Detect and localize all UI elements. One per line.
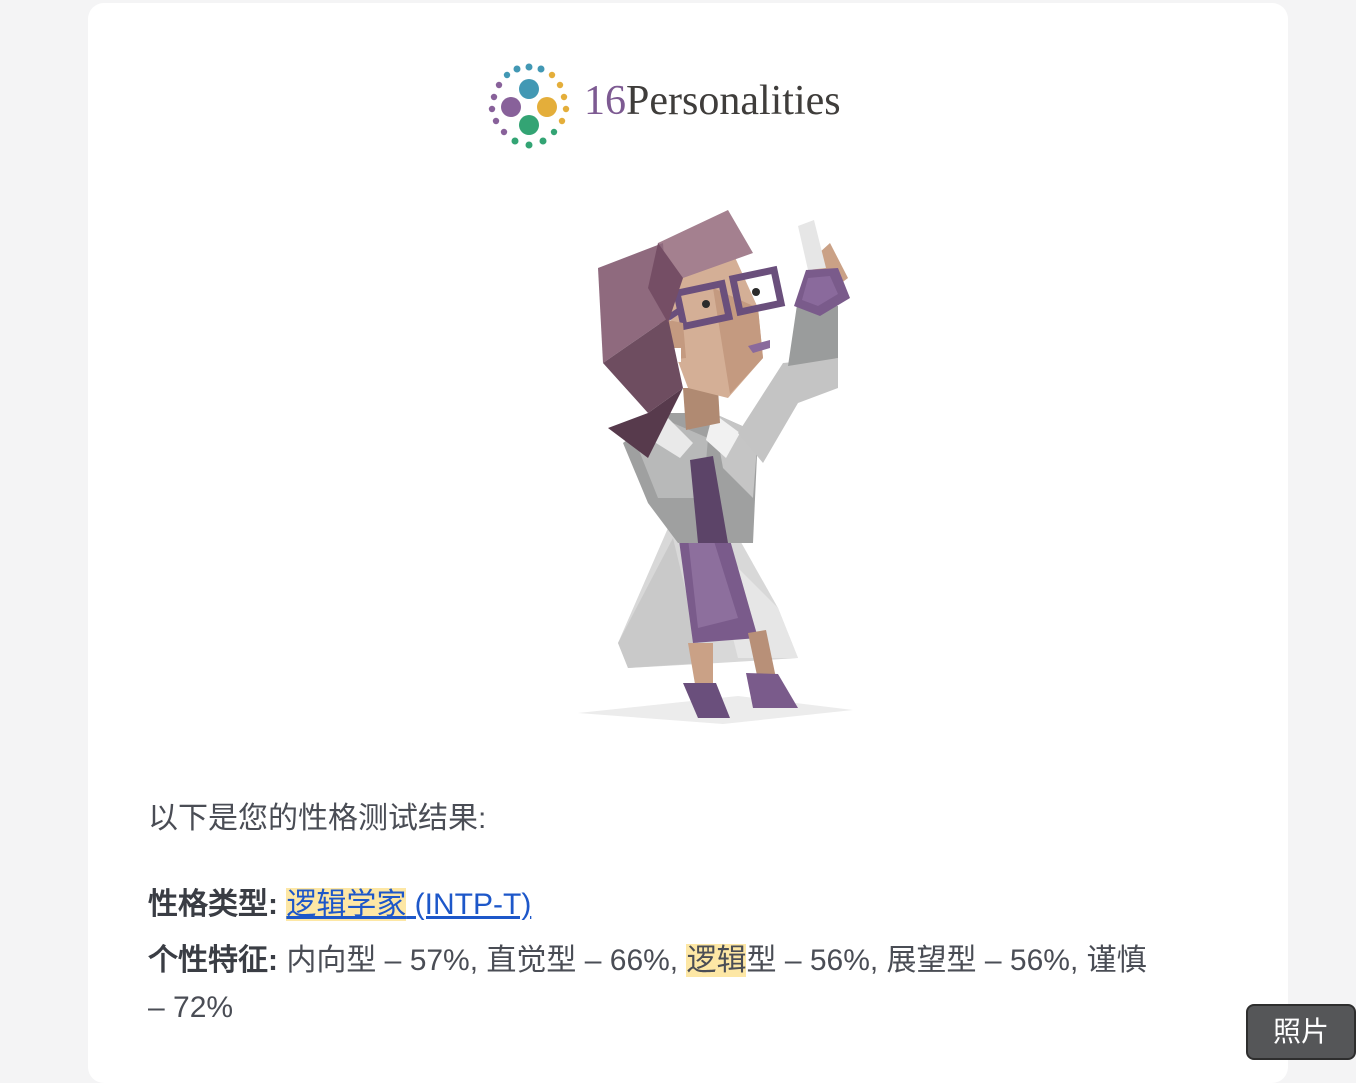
traits-text-1: 内向型 – 57%, 直觉型 – 66%, xyxy=(278,944,687,977)
type-link[interactable]: 逻辑学家 (INTP-T) xyxy=(286,888,531,921)
personality-type-line: 性格类型: 逻辑学家 (INTP-T) xyxy=(148,879,531,923)
type-name-highlight: 逻辑学家 xyxy=(286,888,407,921)
traits-highlight: 逻辑 xyxy=(686,944,747,977)
logo-number: 16 xyxy=(584,78,626,124)
traits-label: 个性特征: xyxy=(148,944,278,977)
traits-line-continued: – 72% xyxy=(148,991,233,1025)
brand-logo[interactable]: 16Personalities xyxy=(486,61,906,153)
brand-wordmark: 16Personalities xyxy=(584,77,841,125)
scientist-woman-illustration xyxy=(508,198,868,738)
photo-button[interactable]: 照片 xyxy=(1246,1004,1356,1060)
result-intro: 以下是您的性格测试结果: xyxy=(148,802,487,835)
logo-word: Personalities xyxy=(626,78,841,124)
type-label: 性格类型: xyxy=(148,888,278,921)
traits-text-3: – 72% xyxy=(148,991,234,1024)
type-code: (INTP-T) xyxy=(406,888,532,921)
personality-dots-icon xyxy=(488,63,570,149)
traits-line: 个性特征: 内向型 – 57%, 直觉型 – 66%, 逻辑型 – 56%, 展… xyxy=(148,935,1147,979)
traits-text-2: 型 – 56%, 展望型 – 56%, 谨慎 xyxy=(746,944,1147,977)
email-card: 16Personalities 以下是您的性格测试结果: 性格类型: 逻辑学家 … xyxy=(88,3,1288,1083)
